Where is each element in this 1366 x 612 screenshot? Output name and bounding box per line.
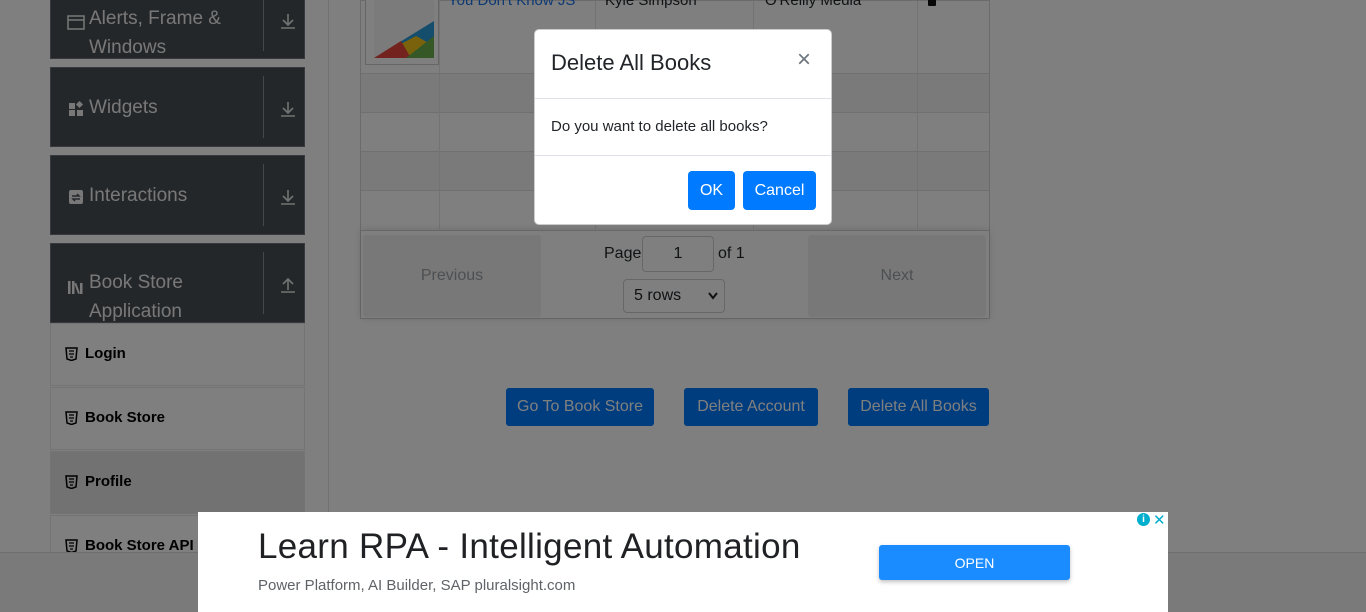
ad-headline[interactable]: Learn RPA - Intelligent Automation (258, 527, 801, 567)
ad-close-icon[interactable]: ✕ (1153, 511, 1166, 529)
modal-footer-divider (535, 155, 831, 156)
delete-all-books-modal: Delete All Books × Do you want to delete… (534, 29, 832, 225)
ad-open-button[interactable]: OPEN (879, 545, 1070, 580)
cancel-button[interactable]: Cancel (743, 171, 816, 210)
ad-subline: Power Platform, AI Builder, SAP pluralsi… (258, 577, 576, 594)
close-icon[interactable]: × (797, 48, 811, 72)
modal-title: Delete All Books (551, 50, 712, 75)
ad-info-icon[interactable]: i (1137, 513, 1150, 526)
modal-message: Do you want to delete all books? (551, 118, 768, 135)
modal-header: Delete All Books × (535, 30, 831, 99)
ok-button[interactable]: OK (688, 171, 735, 210)
ad-banner[interactable]: Learn RPA - Intelligent Automation Power… (198, 512, 1168, 612)
